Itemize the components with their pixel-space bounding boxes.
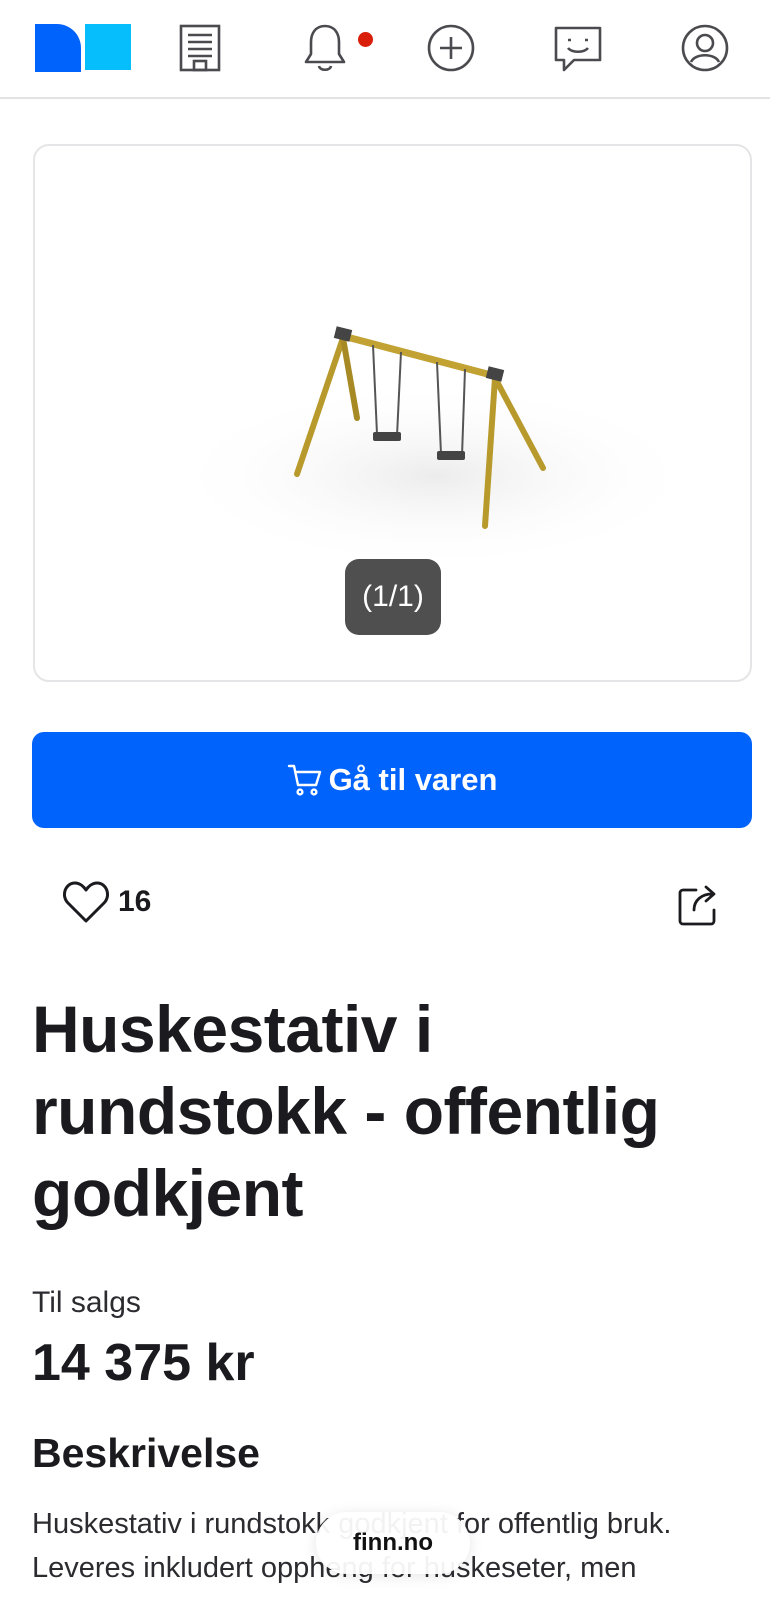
- go-to-item-button[interactable]: Gå til varen: [32, 732, 752, 828]
- listing-price: 14 375 kr: [32, 1334, 255, 1392]
- bell-icon[interactable]: [295, 18, 355, 78]
- finn-logo[interactable]: [35, 24, 135, 72]
- building-icon[interactable]: [170, 18, 230, 78]
- share-icon: [678, 885, 716, 926]
- top-nav-bar: [0, 0, 770, 99]
- favorite-button[interactable]: 16: [62, 880, 151, 924]
- image-gallery[interactable]: (1/1): [33, 144, 752, 682]
- share-button[interactable]: [676, 882, 722, 928]
- description-heading: Beskrivelse: [32, 1430, 260, 1476]
- image-counter: (1/1): [345, 559, 441, 635]
- favorite-count: 16: [118, 885, 152, 918]
- heart-icon: [63, 881, 109, 923]
- cart-icon: [287, 764, 321, 796]
- go-to-item-label: Gå til varen: [328, 762, 498, 797]
- plus-circle-icon[interactable]: [421, 18, 481, 78]
- browser-url-pill[interactable]: finn.no: [316, 1512, 470, 1574]
- chat-icon[interactable]: [548, 18, 608, 78]
- listing-status: Til salgs: [32, 1286, 141, 1319]
- profile-icon[interactable]: [675, 18, 735, 78]
- notification-dot: [358, 32, 373, 47]
- listing-title: Huskestativ i rundstokk - offentlig godk…: [32, 992, 660, 1230]
